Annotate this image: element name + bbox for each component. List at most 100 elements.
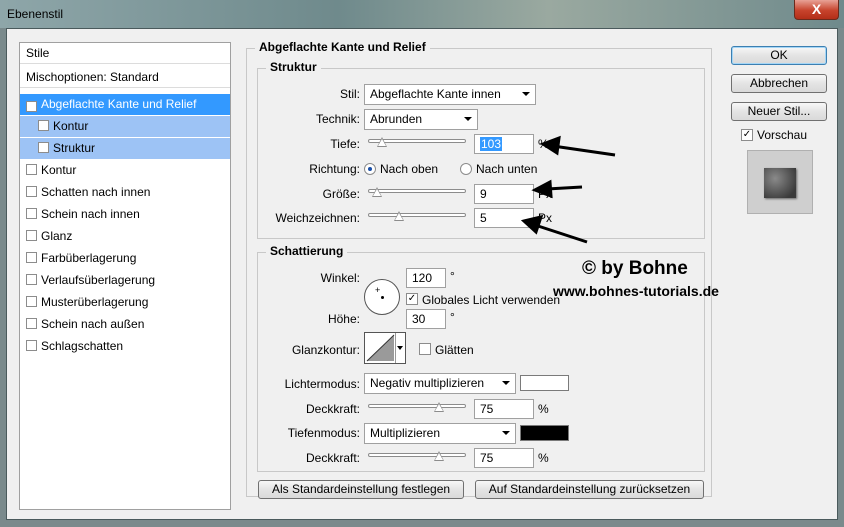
soften-input[interactable]: 5 [474,208,534,228]
depth-value: 103 [480,137,503,151]
size-input[interactable]: 9 [474,184,534,204]
style-item[interactable]: Farbüberlagerung [20,248,230,269]
style-item[interactable]: Schein nach innen [20,204,230,225]
depth-input[interactable]: 103 [474,134,534,154]
gloss-contour-label: Glanzkontur: [291,343,360,357]
altitude-input[interactable]: 30 [406,309,446,329]
anti-aliased-checkbox[interactable] [419,343,431,355]
shadow-opacity-value: 75 [480,451,494,465]
ok-button[interactable]: OK [731,46,827,65]
style-item-checkbox[interactable] [26,340,37,351]
style-item[interactable]: Struktur [20,138,230,159]
blending-options-item[interactable]: Mischoptionen: Standard [20,67,230,88]
angle-input[interactable]: 120 [406,268,446,288]
style-item-checkbox[interactable] [26,230,37,241]
direction-up-label[interactable]: Nach oben [380,162,438,176]
contour-dropdown[interactable] [395,333,405,363]
shadow-color-swatch[interactable] [520,425,569,441]
style-item[interactable]: Schatten nach innen [20,182,230,203]
style-item[interactable]: Schlagschatten [20,336,230,357]
shading-heading: Schattierung [266,244,348,258]
style-item-checkbox[interactable]: ✓ [26,101,37,112]
styles-header[interactable]: Stile [20,43,230,64]
style-item-label: Schein nach außen [41,317,145,331]
style-item-checkbox[interactable] [26,164,37,175]
global-light-label[interactable]: Globales Licht verwenden [422,293,560,307]
make-default-button[interactable]: Als Standardeinstellung festlegen [258,480,464,499]
style-item-checkbox[interactable] [26,186,37,197]
style-item-checkbox[interactable] [38,142,49,153]
direction-up-radio[interactable] [364,163,376,175]
highlight-mode-select[interactable]: Negativ multiplizieren [364,373,516,394]
layer-style-dialog: Ebenenstil X Stile Mischoptionen: Standa… [0,0,844,527]
soften-slider[interactable] [368,209,466,221]
highlight-color-swatch[interactable] [520,375,569,391]
size-unit: Px [538,187,553,201]
highlight-mode-label: Lichtermodus: [284,377,360,391]
depth-slider-thumb[interactable] [377,137,387,148]
anti-aliased-label[interactable]: Glätten [435,343,474,357]
style-item[interactable]: ✓ Abgeflachte Kante und Relief [20,94,230,115]
angle-value: 120 [412,271,433,285]
shadow-opacity-slider[interactable] [368,449,466,461]
reset-default-button[interactable]: Auf Standardeinstellung zurücksetzen [475,480,704,499]
shadow-mode-select[interactable]: Multiplizieren [364,423,516,444]
preview-label[interactable]: Vorschau [757,128,807,142]
contour-preview-icon [366,334,395,362]
style-item[interactable]: Kontur [20,160,230,181]
new-style-button[interactable]: Neuer Stil... [731,102,827,121]
style-item-label: Kontur [53,119,89,133]
style-item-checkbox[interactable] [26,274,37,285]
soften-slider-thumb[interactable] [394,211,404,222]
style-item-label: Abgeflachte Kante und Relief [41,97,197,111]
style-item-label: Verlaufsüberlagerung [41,273,156,287]
style-item-checkbox[interactable] [26,296,37,307]
chevron-down-icon [397,346,403,350]
angle-label: Winkel: [320,271,360,285]
cancel-button[interactable]: Abbrechen [731,74,827,93]
style-item-label: Schlagschatten [41,339,124,353]
highlight-opacity-slider[interactable] [368,400,466,412]
structure-group: Struktur Stil: Abgeflachte Kante innen T… [257,60,705,239]
highlight-opacity-thumb[interactable] [434,402,444,413]
style-item[interactable]: Musterüberlagerung [20,292,230,313]
highlight-opacity-input[interactable]: 75 [474,399,534,419]
size-slider-thumb[interactable] [372,187,382,198]
global-light-checkbox[interactable]: ✓ [406,293,418,305]
dialog-body: Stile Mischoptionen: Standard ✓ Abgeflach… [6,28,838,520]
angle-dial[interactable]: + [364,279,400,315]
style-item-label: Struktur [53,141,96,155]
preview-checkbox[interactable]: ✓ [741,129,753,141]
gloss-contour-picker[interactable] [364,332,406,364]
direction-down-radio[interactable] [460,163,472,175]
style-item[interactable]: Verlaufsüberlagerung [20,270,230,291]
altitude-unit: ° [450,310,455,324]
style-item[interactable]: Glanz [20,226,230,247]
style-item-checkbox[interactable] [38,120,49,131]
style-item-checkbox[interactable] [26,318,37,329]
size-label: Größe: [322,187,360,201]
direction-down-label[interactable]: Nach unten [476,162,537,176]
window-title: Ebenenstil [7,7,64,21]
size-slider[interactable] [368,185,466,197]
style-item-checkbox[interactable] [26,252,37,263]
style-item-checkbox[interactable] [26,208,37,219]
style-select[interactable]: Abgeflachte Kante innen [364,84,536,105]
soften-value: 5 [480,211,487,225]
style-item-label: Farbüberlagerung [41,251,137,265]
chevron-down-icon [464,117,472,121]
style-item[interactable]: Schein nach außen [20,314,230,335]
technique-select[interactable]: Abrunden [364,109,478,130]
bevel-emboss-title: Abgeflachte Kante und Relief [255,40,430,54]
title-bar[interactable]: Ebenenstil X [0,0,844,28]
style-label: Stil: [339,87,360,101]
shadow-opacity-thumb[interactable] [434,451,444,462]
style-item[interactable]: Kontur [20,116,230,137]
depth-slider[interactable] [368,135,466,147]
shadow-opacity-input[interactable]: 75 [474,448,534,468]
angle-unit: ° [450,269,455,283]
soften-unit: Px [538,211,553,225]
shadow-mode-label: Tiefenmodus: [287,426,360,440]
style-item-label: Musterüberlagerung [41,295,149,309]
close-button[interactable]: X [794,0,839,20]
